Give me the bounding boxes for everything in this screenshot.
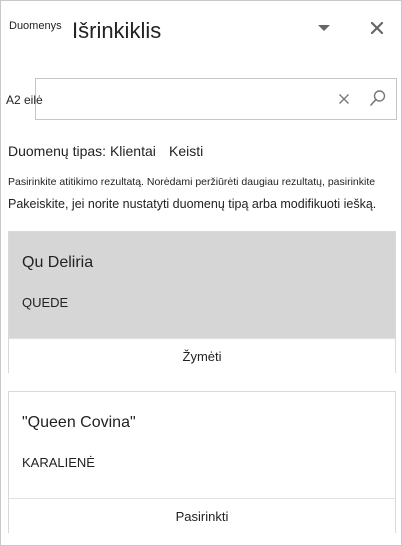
pane-title: Išrinkiklis xyxy=(72,18,162,43)
result-title: "Queen Covina" xyxy=(22,414,136,431)
close-button[interactable] xyxy=(366,17,388,39)
search-field-label: A2 eilė xyxy=(6,93,43,107)
pane-subtitle: Duomenys xyxy=(9,20,62,32)
search-button[interactable] xyxy=(367,87,389,109)
instruction-line-2: Pakeiskite, jei norite nustatyti duomenų… xyxy=(8,197,377,211)
result-card[interactable]: Qu Deliria QUEDE Žymėti xyxy=(8,231,396,374)
result-title: Qu Deliria xyxy=(22,254,94,271)
close-icon xyxy=(370,21,384,35)
instruction-line-1: Pasirinkite atitikimo rezultatą. Norėdam… xyxy=(8,176,376,188)
pane-options-button[interactable] xyxy=(313,17,335,39)
search-input[interactable] xyxy=(42,87,326,113)
clear-icon xyxy=(339,94,349,104)
mark-button[interactable]: Žymėti xyxy=(9,338,395,374)
result-card-body[interactable]: "Queen Covina" KARALIENĖ xyxy=(9,392,395,499)
select-button[interactable]: Pasirinkti xyxy=(9,498,395,534)
result-subtitle: QUEDE xyxy=(22,295,69,310)
result-subtitle: KARALIENĖ xyxy=(22,455,95,470)
search-icon xyxy=(370,90,386,106)
change-data-type-link[interactable]: Keisti xyxy=(169,143,203,159)
data-type-label: Duomenų tipas: Klientai xyxy=(8,143,156,159)
data-selector-pane: Duomenys Išrinkiklis A2 eilė Duomenų tip… xyxy=(0,0,402,546)
chevron-down-icon xyxy=(318,25,330,31)
search-box xyxy=(35,78,397,120)
clear-search-button[interactable] xyxy=(334,89,354,109)
result-card-body[interactable]: Qu Deliria QUEDE xyxy=(9,232,395,338)
result-card[interactable]: "Queen Covina" KARALIENĖ Pasirinkti xyxy=(8,391,396,534)
